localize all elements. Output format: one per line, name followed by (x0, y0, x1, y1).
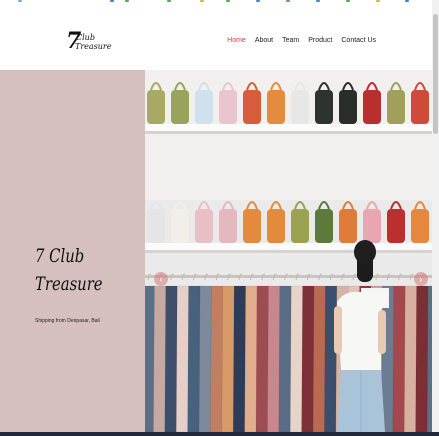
hero-title-line-1: 7 Club (35, 245, 85, 267)
toolbar-dot (346, 0, 350, 2)
clothing-store-photo (145, 70, 432, 432)
site-logo[interactable]: 7 Club Treasure (66, 30, 111, 56)
toolbar-dot (167, 0, 171, 2)
site-header: 7 Club Treasure Home About Team Product … (0, 3, 432, 70)
chevron-right-icon: › (419, 274, 423, 284)
toolbar-dot (125, 0, 129, 2)
bottom-bar (0, 432, 439, 436)
hero-subtitle: Shipping from Denpasar, Bali (35, 318, 100, 324)
toolbar-dot (110, 0, 114, 2)
nav-item-about[interactable]: About (255, 36, 273, 45)
toolbar-dot (200, 0, 204, 2)
page-scrollbar[interactable] (432, 0, 439, 436)
logo-word-treasure: Treasure (75, 42, 112, 51)
nav-item-home[interactable]: Home (227, 36, 246, 45)
hero-image (145, 70, 432, 432)
nav-item-team[interactable]: Team (282, 36, 299, 45)
toolbar-dot (405, 0, 409, 2)
scrollbar-thumb[interactable] (433, 14, 438, 134)
logo-word-club: Club (76, 33, 95, 42)
toolbar-dot (286, 0, 290, 2)
carousel-prev-button[interactable]: ‹ (154, 272, 168, 286)
chevron-left-icon: ‹ (159, 274, 163, 284)
toolbar-dot (256, 0, 260, 2)
hero-title: 7 Club Treasure (35, 242, 103, 298)
nav-item-contact[interactable]: Contact Us (341, 36, 376, 45)
toolbar-dot (226, 0, 230, 2)
carousel-next-button[interactable]: › (414, 272, 428, 286)
toolbar-dot (18, 0, 22, 2)
nav-item-product[interactable]: Product (308, 36, 332, 45)
toolbar-dot (316, 0, 320, 2)
hero-title-line-2: Treasure (35, 273, 103, 295)
main-nav: Home About Team Product Contact Us (227, 36, 376, 45)
toolbar-dot (376, 0, 380, 2)
